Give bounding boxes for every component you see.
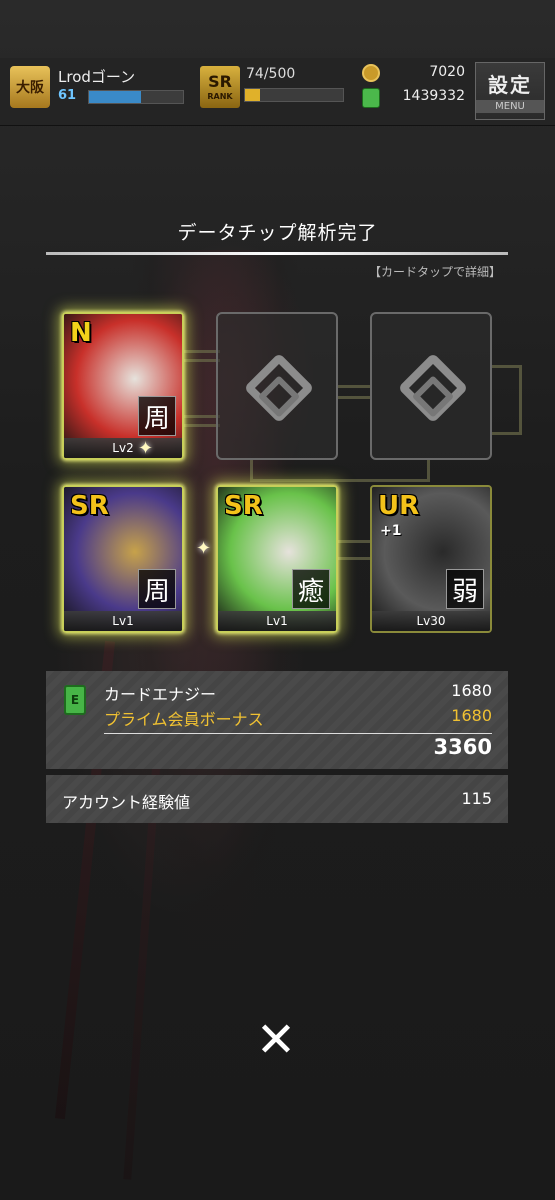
card-rarity: UR bbox=[378, 491, 420, 521]
sr-rank-label: SR bbox=[208, 71, 232, 91]
prime-bonus-label: プライム会員ボーナス bbox=[104, 710, 264, 729]
card-role: 癒 bbox=[292, 569, 330, 609]
area-badge-label: 大阪 bbox=[16, 80, 44, 96]
energy-icon bbox=[362, 88, 380, 108]
xp-bar bbox=[88, 90, 184, 104]
card-slot-3[interactable]: SR 癒 Lv1 bbox=[216, 485, 338, 633]
card-level: Lv1 bbox=[218, 611, 336, 631]
circuit-line bbox=[338, 540, 372, 560]
tap-hint: 【カードタップで詳細】 bbox=[368, 265, 501, 279]
prime-bonus-value: 1680 bbox=[451, 706, 492, 725]
title-divider bbox=[46, 252, 508, 255]
stamina-bar bbox=[244, 88, 344, 102]
player-name: Lrodゴーン bbox=[58, 68, 136, 86]
menu-label: MENU bbox=[476, 100, 544, 113]
card-energy-value: 1680 bbox=[451, 681, 492, 700]
panel-divider bbox=[104, 733, 492, 734]
card-rarity: N bbox=[70, 318, 92, 348]
empty-card-slot bbox=[216, 312, 338, 460]
card-frame: UR +1 弱 Lv30 bbox=[370, 485, 492, 633]
card-role: 弱 bbox=[446, 569, 484, 609]
account-exp-label: アカウント経験値 bbox=[62, 793, 191, 812]
circuit-line bbox=[492, 365, 522, 435]
player-level: 61 bbox=[58, 88, 77, 103]
card-plus-badge: +1 bbox=[380, 523, 402, 539]
sparkle-icon: ✦ bbox=[138, 438, 154, 459]
coin-count: 7020 bbox=[429, 64, 465, 80]
card-role: 周 bbox=[138, 396, 176, 436]
settings-menu-button[interactable]: 設定 MENU bbox=[475, 62, 545, 120]
card-rarity: SR bbox=[224, 491, 263, 521]
account-exp-panel: アカウント経験値 115 bbox=[46, 775, 508, 823]
empty-card-slot bbox=[370, 312, 492, 460]
sr-rank-icon[interactable]: SR RANK bbox=[200, 66, 240, 108]
card-level: Lv1 bbox=[64, 611, 182, 631]
card-slot-2[interactable]: SR 周 Lv1 bbox=[62, 485, 184, 633]
card-slot-1[interactable]: N 周 Lv2 bbox=[62, 312, 184, 460]
circuit-line bbox=[184, 350, 220, 362]
energy-total: 3360 bbox=[433, 735, 492, 759]
top-status-bar: 大阪 Lrodゴーン 61 SR RANK 74/500 7020 143933… bbox=[0, 58, 555, 126]
xp-bar-fill bbox=[89, 91, 141, 103]
close-button[interactable]: ✕ bbox=[252, 1016, 300, 1064]
stamina-value: 74/500 bbox=[246, 66, 296, 82]
coin-icon bbox=[362, 64, 380, 82]
card-level: Lv2 bbox=[64, 438, 182, 458]
empty-slot-icon bbox=[397, 352, 469, 424]
card-role: 周 bbox=[138, 569, 176, 609]
card-frame: SR 周 Lv1 bbox=[62, 485, 184, 633]
settings-label: 設定 bbox=[488, 73, 532, 97]
circuit-line bbox=[184, 415, 220, 427]
card-slot-4[interactable]: UR +1 弱 Lv30 bbox=[370, 485, 492, 633]
stamina-bar-fill bbox=[245, 89, 260, 101]
area-badge-icon[interactable]: 大阪 bbox=[10, 66, 50, 108]
card-energy-panel: E カードエナジー 1680 プライム会員ボーナス 1680 3360 bbox=[46, 671, 508, 769]
circuit-line bbox=[338, 385, 372, 399]
card-frame: N 周 Lv2 bbox=[62, 312, 184, 460]
energy-count: 1439332 bbox=[402, 88, 465, 104]
battery-icon: E bbox=[64, 685, 86, 715]
circuit-line bbox=[250, 458, 430, 482]
card-frame: SR 癒 Lv1 bbox=[216, 485, 338, 633]
empty-slot-icon bbox=[243, 352, 315, 424]
sr-rank-sublabel: RANK bbox=[207, 91, 233, 101]
account-exp-value: 115 bbox=[461, 789, 492, 808]
card-rarity: SR bbox=[70, 491, 109, 521]
page-title: データチップ解析完了 bbox=[177, 222, 378, 244]
card-level: Lv30 bbox=[372, 611, 490, 631]
card-energy-label: カードエナジー bbox=[104, 685, 217, 704]
sparkle-icon: ✦ bbox=[196, 538, 212, 559]
